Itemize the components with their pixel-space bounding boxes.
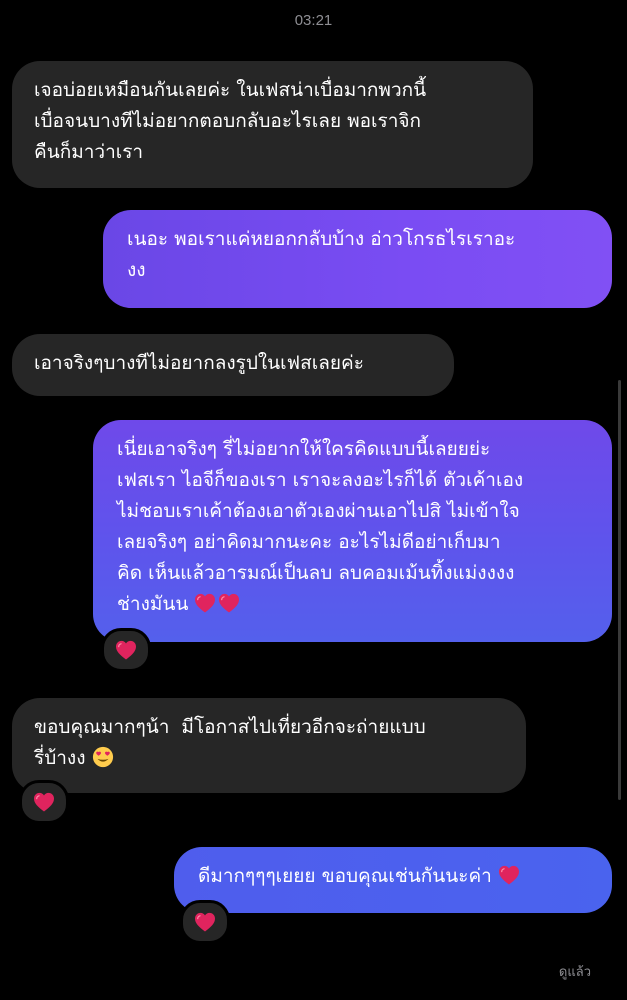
message-text: ดีมากๆๆๆเยยย ขอบคุณเช่นกันนะค่า bbox=[198, 865, 492, 887]
heart-icon bbox=[218, 593, 240, 613]
heart-icon bbox=[194, 912, 216, 932]
message-bubble-incoming[interactable]: เอาจริงๆบางทีไม่อยากลงรูปในเฟสเลยค่ะ bbox=[12, 334, 454, 396]
chat-timestamp: 03:21 bbox=[294, 12, 333, 29]
heart-icon bbox=[115, 640, 137, 660]
message-bubble-incoming[interactable]: เจอบ่อยเหมือนกันเลยค่ะ ในเฟสน่าเบื่อมากพ… bbox=[12, 61, 533, 188]
reaction-badge[interactable]: ❤️ bbox=[180, 900, 230, 944]
message-text: เนี่ยเอาจริงๆ รี่ไม่อยากให้ใครคิดแบบนี้เ… bbox=[117, 438, 524, 615]
scrollbar[interactable] bbox=[618, 380, 621, 800]
heart-eyes-emoji-icon bbox=[92, 746, 113, 768]
message-bubble-incoming[interactable]: ขอบคุณมากๆน้า มีโอกาสไปเที่ยวอีกจะถ่ายแบ… bbox=[12, 698, 526, 793]
reaction-badge[interactable]: ❤️ bbox=[19, 780, 69, 824]
message-text: เอาจริงๆบางทีไม่อยากลงรูปในเฟสเลยค่ะ bbox=[34, 352, 364, 374]
message-bubble-outgoing[interactable]: เนี่ยเอาจริงๆ รี่ไม่อยากให้ใครคิดแบบนี้เ… bbox=[93, 420, 612, 642]
reaction-badge[interactable]: ❤️ bbox=[101, 628, 151, 672]
heart-icon bbox=[33, 792, 55, 812]
message-text: เนอะ พอเราแค่หยอกกลับบ้าง อ่าวโกรธไรเราอ… bbox=[127, 228, 516, 281]
message-text: เจอบ่อยเหมือนกันเลยค่ะ ในเฟสน่าเบื่อมากพ… bbox=[34, 79, 427, 163]
message-bubble-outgoing[interactable]: เนอะ พอเราแค่หยอกกลับบ้าง อ่าวโกรธไรเราอ… bbox=[103, 210, 612, 308]
seen-status: ดูแล้ว bbox=[558, 965, 591, 980]
heart-icon bbox=[194, 593, 216, 613]
message-bubble-outgoing[interactable]: ดีมากๆๆๆเยยย ขอบคุณเช่นกันนะค่า ❤️ bbox=[174, 847, 612, 913]
heart-icon bbox=[498, 865, 520, 885]
